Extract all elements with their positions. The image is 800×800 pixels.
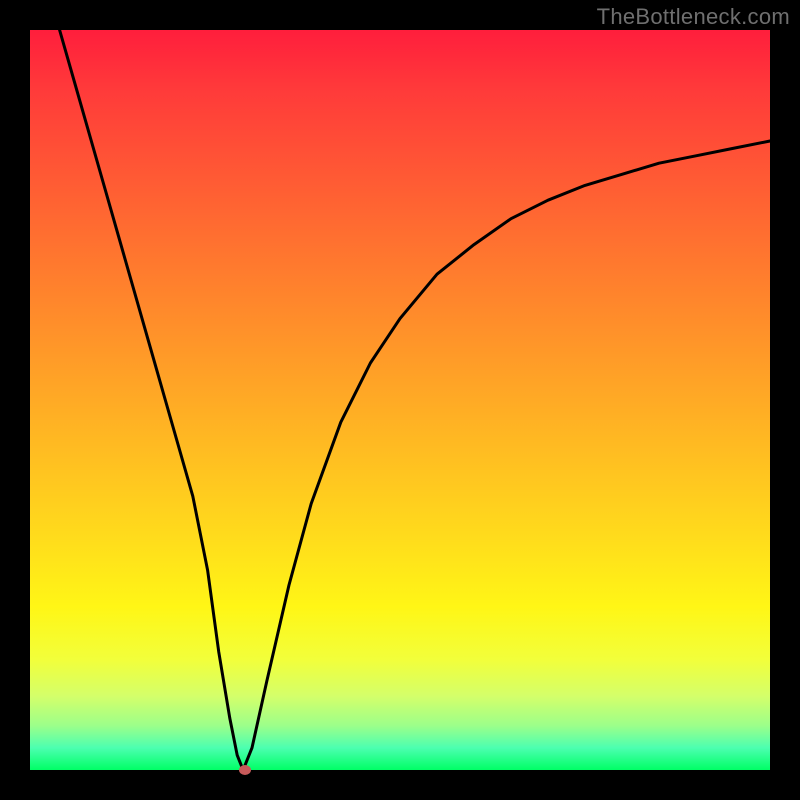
attribution-text: TheBottleneck.com [597,4,790,30]
plot-area [30,30,770,770]
min-marker [239,765,251,775]
bottleneck-curve [30,30,770,770]
chart-frame: TheBottleneck.com [0,0,800,800]
curve-path [60,30,770,770]
